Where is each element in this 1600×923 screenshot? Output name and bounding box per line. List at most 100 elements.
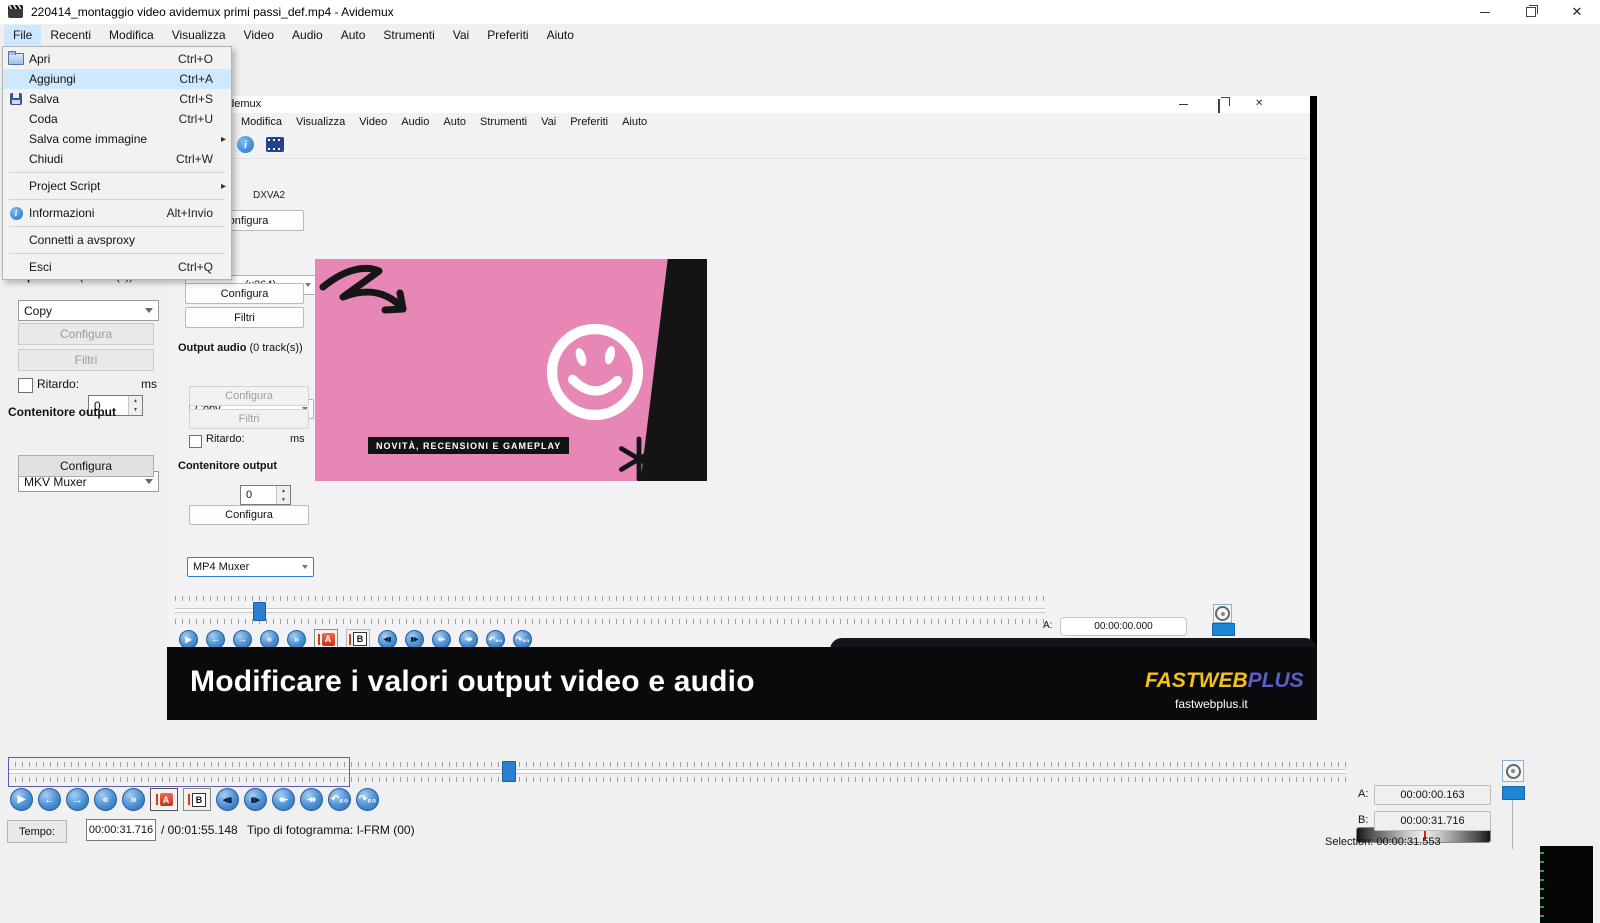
marker-b-label: B: [1358, 814, 1368, 826]
asterisk-doodle-icon [615, 435, 663, 481]
audio-codec-select[interactable]: Copy [18, 300, 159, 321]
marker-b-button[interactable]: B [183, 788, 211, 811]
save-icon [10, 93, 22, 105]
menu-separator [9, 253, 225, 254]
video-preview[interactable]: Avidemux ✕ Modifica Visualizza Video Aud… [167, 96, 1317, 720]
recorded-avidemux-window: Avidemux ✕ Modifica Visualizza Video Aud… [167, 96, 1310, 647]
menu-recenti[interactable]: Recenti [41, 25, 100, 45]
menu-item-project-script[interactable]: Project Script ▸ [3, 176, 231, 196]
selection-duration: Selection: 00:00:31.553 [1325, 836, 1441, 848]
container-output-header: Contenitore output [8, 405, 116, 419]
back-60s-button: ↶₆₀ [486, 630, 505, 649]
vu-meter [1540, 846, 1593, 923]
menu-item-apri[interactable]: Apri Ctrl+O [3, 49, 231, 69]
menu-aiuto[interactable]: Aiuto [538, 25, 583, 45]
prev-frame-button[interactable]: ← [38, 788, 61, 811]
menu-vai[interactable]: Vai [444, 25, 478, 45]
submenu-arrow-icon: ▸ [221, 181, 226, 192]
arrow-doodle-icon [317, 259, 417, 359]
transport-controls: ▶ ← → « » A B ◀▮ ▮▶ ↞ ↠ ↶₆₀ ↷₆₀ [10, 788, 379, 811]
menu-preferiti[interactable]: Preferiti [478, 25, 537, 45]
tempo-button[interactable]: Tempo: [7, 820, 67, 843]
next-keyframe-button: ↠ [459, 630, 478, 649]
volume-track [1512, 798, 1513, 849]
info-icon: i [237, 136, 254, 153]
next-frame-button: → [233, 630, 252, 649]
container-output-header: Contenitore output [178, 460, 277, 472]
marker-a-button[interactable]: A [150, 788, 178, 811]
ritardo-spinner: 0 ▲▼ [240, 485, 291, 505]
prev-keyframe-button: ↞ [432, 630, 451, 649]
play-button: ▶ [179, 630, 198, 649]
selection-region[interactable] [8, 757, 350, 787]
audio-configura-button[interactable]: Configura [18, 323, 154, 345]
prev-keyframe-button[interactable]: ↞ [272, 788, 295, 811]
recorded-close-icon: ✕ [1255, 98, 1263, 109]
forward-60s-button: ↷₆₀ [513, 630, 532, 649]
next-keyframe-button[interactable]: ↠ [300, 788, 323, 811]
film-icon [266, 137, 284, 152]
menu-item-connetti-avsproxy[interactable]: Connetti a avsproxy [3, 230, 231, 250]
menu-item-informazioni[interactable]: i Informazioni Alt+Invio [3, 203, 231, 223]
maximize-button[interactable] [1508, 0, 1554, 24]
goto-start-button[interactable]: ◀▮ [216, 788, 239, 811]
timeline-ticks [175, 619, 1045, 624]
menu-item-aggiungi[interactable]: Aggiungi Ctrl+A [3, 69, 231, 89]
volume-slider [1212, 623, 1235, 636]
menu-audio[interactable]: Audio [283, 25, 332, 45]
recorded-menu-item: Modifica [241, 116, 282, 128]
menu-item-salva-come-immagine[interactable]: Salva come immagine ▸ [3, 129, 231, 149]
back-60s-button[interactable]: ↶₆₀ [328, 788, 351, 811]
ritardo-checkbox[interactable] [18, 378, 33, 393]
container-configura-button[interactable]: Configura [18, 455, 154, 477]
menu-item-chiudi[interactable]: Chiudi Ctrl+W [3, 149, 231, 169]
chevron-down-icon [302, 565, 308, 569]
recorded-menu-item: Audio [401, 116, 429, 128]
menu-auto[interactable]: Auto [332, 25, 375, 45]
goto-end-button: ▮▶ [405, 630, 424, 649]
decoder-label: DXVA2 [253, 190, 285, 201]
video-filtri-button: Filtri [185, 307, 304, 328]
goto-start-button: ◀▮ [378, 630, 397, 649]
recorded-menu-item: Video [359, 116, 387, 128]
menu-separator [9, 226, 225, 227]
container-configura-button: Configura [189, 505, 309, 525]
menu-separator [9, 199, 225, 200]
marker-b-time: 00:00:31.716 [1374, 811, 1491, 831]
spinner-up-icon[interactable]: ▲ [129, 396, 142, 406]
brand-site: fastwebplus.it [1175, 697, 1248, 711]
timeline-playhead [253, 602, 266, 621]
close-button[interactable]: ✕ [1554, 0, 1600, 24]
play-button[interactable]: ▶ [10, 788, 33, 811]
volume-slider[interactable] [1502, 786, 1525, 800]
back-double-button[interactable]: « [94, 788, 117, 811]
menu-item-esci[interactable]: Esci Ctrl+Q [3, 257, 231, 277]
timeline-playhead[interactable] [502, 761, 516, 782]
ritardo-checkbox [189, 435, 202, 448]
menu-modifica[interactable]: Modifica [100, 25, 163, 45]
forward-double-button[interactable]: » [122, 788, 145, 811]
menu-strumenti[interactable]: Strumenti [374, 25, 443, 45]
thumbnail-badge: NOVITÀ, RECENSIONI E GAMEPLAY [368, 437, 569, 454]
video-frame-thumbnail: SPAZIO TV E VIDEOGAME NOVITÀ, RECENSIONI… [315, 259, 707, 481]
recorded-menu-item: Strumenti [480, 116, 527, 128]
goto-end-button[interactable]: ▮▶ [244, 788, 267, 811]
forward-60s-button[interactable]: ↷₆₀ [356, 788, 379, 811]
minimize-button[interactable] [1462, 0, 1508, 24]
next-frame-button[interactable]: → [66, 788, 89, 811]
chevron-down-icon [305, 283, 311, 287]
timeline-groove [175, 608, 1045, 613]
menu-item-salva[interactable]: Salva Ctrl+S [3, 89, 231, 109]
current-time-field[interactable]: 00:00:31.716 [86, 819, 156, 841]
recorded-menu-item: Visualizza [296, 116, 345, 128]
ritardo-unit: ms [290, 433, 305, 445]
menu-item-coda[interactable]: Coda Ctrl+U [3, 109, 231, 129]
menu-video[interactable]: Video [235, 25, 283, 45]
audio-filtri-button[interactable]: Filtri [18, 349, 154, 371]
output-audio-header: Output audio (0 track(s)) [178, 342, 303, 354]
menu-visualizza[interactable]: Visualizza [163, 25, 235, 45]
spinner-down-icon[interactable]: ▼ [129, 406, 142, 416]
menu-file[interactable]: File [4, 25, 41, 45]
volume-icon[interactable] [1502, 760, 1524, 782]
spinner-arrows[interactable]: ▲▼ [128, 396, 142, 415]
